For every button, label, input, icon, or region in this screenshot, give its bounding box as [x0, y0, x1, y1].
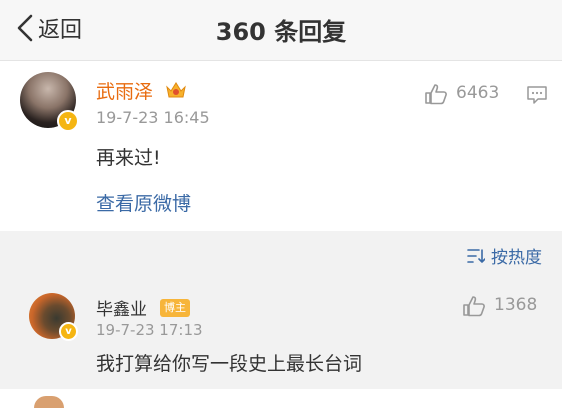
- comment-text: 我打算给你写一段史上最长台词: [96, 353, 363, 375]
- poster-badge: 博主: [160, 299, 190, 317]
- main-comment: v 武雨泽 19-7-23 16:45 6463 再来过! 查看原微博: [0, 61, 562, 231]
- page-title: 360 条回复: [215, 18, 347, 46]
- sort-icon: [467, 248, 485, 263]
- sort-by-hot-button[interactable]: 按热度: [467, 243, 542, 268]
- top-bar: 返回 360 条回复: [0, 0, 562, 61]
- avatar[interactable]: [34, 396, 64, 408]
- timestamp: 19-7-23 17:13: [96, 321, 203, 339]
- username[interactable]: 武雨泽: [96, 77, 153, 104]
- username[interactable]: 毕鑫业: [96, 295, 147, 320]
- comment-text: 再来过!: [96, 147, 161, 169]
- sort-label: 按热度: [491, 248, 542, 268]
- comment-icon[interactable]: [526, 85, 548, 105]
- like-count: 1368: [494, 295, 538, 315]
- thumbs-up-icon[interactable]: [424, 83, 448, 105]
- sort-bar: 按热度: [0, 231, 562, 279]
- thumbs-up-icon[interactable]: [462, 295, 486, 317]
- timestamp: 19-7-23 16:45: [96, 108, 210, 127]
- reply-item: v 毕鑫业 博主 19-7-23 17:13 1368 我打算给你写一段史上最长…: [0, 279, 562, 389]
- like-count: 6463: [456, 83, 500, 103]
- crown-icon: [166, 82, 186, 98]
- verified-icon: v: [59, 322, 78, 341]
- verified-icon: v: [57, 110, 79, 132]
- view-original-link[interactable]: 查看原微博: [96, 189, 191, 216]
